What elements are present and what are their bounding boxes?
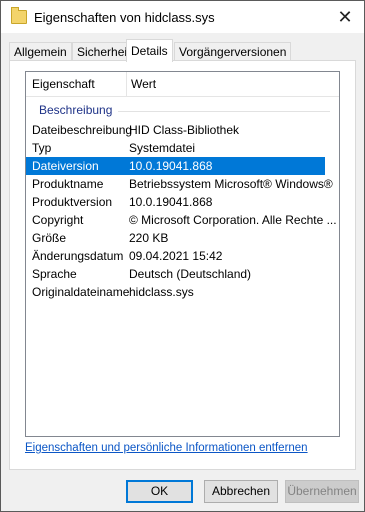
property-value: 10.0.19041.868 (129, 159, 213, 173)
column-header-property[interactable]: Eigenschaft (32, 77, 95, 91)
close-button[interactable]: ✕ (330, 3, 360, 31)
tab-details[interactable]: Details (126, 39, 173, 62)
property-name: Typ (32, 141, 52, 155)
list-header: Eigenschaft Wert (26, 72, 339, 97)
tab-vorgaengerversionen[interactable]: Vorgängerversionen (174, 42, 292, 61)
column-header-value[interactable]: Wert (131, 77, 156, 91)
property-name: Copyright (32, 213, 84, 227)
tab-allgemein[interactable]: Allgemein (9, 42, 72, 61)
property-name: Produktname (32, 177, 104, 191)
list-item[interactable]: Sprache Deutsch (Deutschland) (26, 265, 325, 283)
property-value: 09.04.2021 15:42 (129, 249, 223, 263)
list-item-selected[interactable]: Dateiversion 10.0.19041.868 (26, 157, 325, 175)
properties-list[interactable]: Eigenschaft Wert Beschreibung Dateibesch… (25, 71, 340, 437)
property-name: Dateibeschreibung (32, 123, 133, 137)
property-value: hidclass.sys (129, 285, 194, 299)
property-value: 10.0.19041.868 (129, 195, 213, 209)
list-item[interactable]: Änderungsdatum 09.04.2021 15:42 (26, 247, 325, 265)
property-value: Systemdatei (129, 141, 196, 155)
group-divider (118, 111, 330, 112)
property-value: HID Class-Bibliothek (129, 123, 240, 137)
list-item[interactable]: Dateibeschreibung HID Class-Bibliothek (26, 121, 325, 139)
list-item[interactable]: Copyright © Microsoft Corporation. Alle … (26, 211, 337, 229)
apply-button[interactable]: Übernehmen (285, 480, 359, 503)
property-value: Deutsch (Deutschland) (129, 267, 252, 281)
list-item[interactable]: Größe 220 KB (26, 229, 325, 247)
column-divider[interactable] (126, 72, 127, 96)
list-item[interactable]: Typ Systemdatei (26, 139, 325, 157)
properties-dialog: Eigenschaften von hidclass.sys ✕ Allgeme… (0, 0, 365, 512)
window-title: Eigenschaften von hidclass.sys (34, 10, 215, 25)
property-name: Änderungsdatum (32, 249, 124, 263)
details-panel: Eigenschaft Wert Beschreibung Dateibesch… (9, 60, 356, 470)
list-item[interactable]: Originaldateiname hidclass.sys (26, 283, 325, 301)
folder-icon (11, 7, 27, 24)
title-bar[interactable]: Eigenschaften von hidclass.sys ✕ (1, 1, 364, 33)
list-item[interactable]: Produktname Betriebssystem Microsoft® Wi… (26, 175, 333, 193)
property-value: © Microsoft Corporation. Alle Rechte ... (129, 213, 337, 227)
group-label: Beschreibung (39, 103, 113, 117)
ok-button[interactable]: OK (126, 480, 193, 503)
property-name: Dateiversion (32, 159, 99, 173)
property-name: Größe (32, 231, 67, 245)
property-value: 220 KB (129, 231, 169, 245)
property-value: Betriebssystem Microsoft® Windows® (129, 177, 333, 191)
cancel-button[interactable]: Abbrechen (204, 480, 278, 503)
property-name: Originaldateiname (32, 285, 130, 299)
property-name: Sprache (32, 267, 77, 281)
remove-properties-link[interactable]: Eigenschaften und persönliche Informatio… (25, 442, 308, 454)
list-item[interactable]: Produktversion 10.0.19041.868 (26, 193, 325, 211)
property-name: Produktversion (32, 195, 113, 209)
